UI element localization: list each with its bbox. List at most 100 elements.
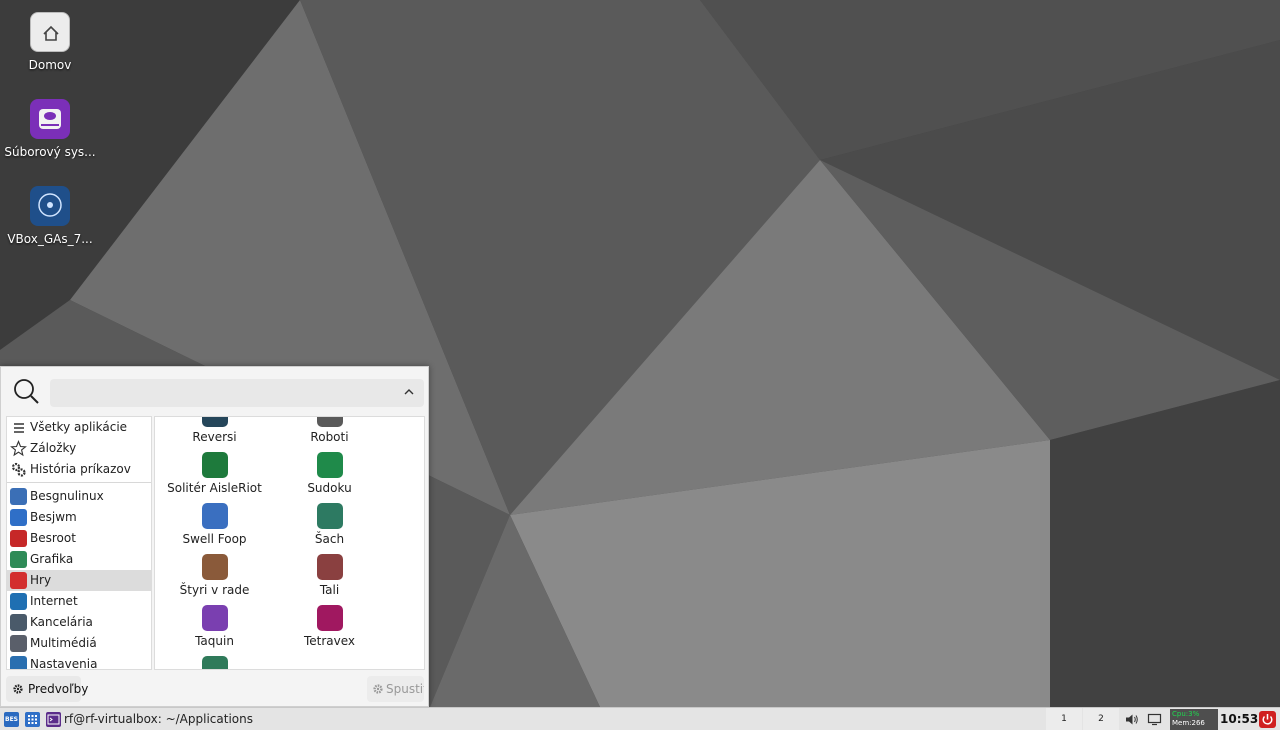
category-internet[interactable]: Internet (7, 591, 151, 612)
app-item[interactable]: Tali (272, 554, 387, 597)
category-besroot[interactable]: Besroot (7, 528, 151, 549)
task-button-terminal[interactable]: rf@rf-virtualbox: ~/Applications (64, 708, 253, 730)
app-label: Swell Foop (182, 532, 247, 546)
app-label: Tetravex (303, 634, 356, 648)
app-icon (201, 417, 228, 427)
app-item[interactable]: Taquin (157, 605, 272, 648)
category-label: Besroot (30, 531, 76, 545)
category-icon (10, 530, 27, 547)
app-item[interactable]: Sudoku (272, 452, 387, 495)
bes-menu-text: BES (5, 716, 18, 723)
category-besjwm[interactable]: Besjwm (7, 507, 151, 528)
category-icon (10, 509, 27, 526)
search-bar (1, 367, 430, 415)
workspace-2[interactable]: 2 (1083, 708, 1119, 730)
app-label: Roboti (310, 430, 349, 444)
app-label: Reversi (192, 430, 237, 444)
app-item[interactable]: Roboti (272, 417, 387, 444)
category-label: Multimédiá (30, 636, 97, 650)
category-list: Všetky aplikácie Záložky História príkaz… (6, 416, 152, 670)
run-label: Spustiť (386, 682, 424, 696)
cpu-usage: Cpu:3% (1172, 710, 1200, 718)
category-label: Kancelária (30, 615, 93, 629)
category-grafika[interactable]: Grafika (7, 549, 151, 570)
power-icon[interactable] (1259, 711, 1276, 728)
optical-disc-icon (30, 186, 70, 226)
app-item[interactable]: Solitér AisleRiot (157, 452, 272, 495)
app-label: Solitér AisleRiot (167, 481, 262, 495)
app-item[interactable] (157, 656, 272, 669)
home-icon (30, 12, 70, 52)
category-icon (10, 635, 27, 652)
app-item[interactable]: Šach (272, 503, 387, 546)
desktop-icon-label: Súborový sys... (4, 145, 96, 159)
drive-icon (30, 99, 70, 139)
category-label: Záložky (30, 441, 77, 455)
category-nastavenia[interactable]: Nastavenia (7, 654, 151, 670)
app-item[interactable]: Tetravex (272, 605, 387, 648)
app-menu: Všetky aplikácie Záložky História príkaz… (0, 366, 429, 707)
desktop-icon-vbox[interactable]: VBox_GAs_7... (0, 186, 100, 246)
category-icon (10, 488, 27, 505)
desktop-icon-filesystem[interactable]: Súborový sys... (0, 99, 100, 159)
app-item[interactable]: Štyri v rade (157, 554, 272, 597)
category-kancelária[interactable]: Kancelária (7, 612, 151, 633)
category-multimédiá[interactable]: Multimédiá (7, 633, 151, 654)
desktop-icon-home[interactable]: Domov (0, 12, 100, 72)
category-all-apps[interactable]: Všetky aplikácie (7, 417, 151, 438)
app-icon (201, 554, 228, 580)
run-button[interactable]: Spustiť (367, 676, 424, 702)
app-label: Taquin (195, 634, 234, 648)
gear-icon (13, 684, 23, 694)
category-icon (10, 656, 27, 669)
category-hry[interactable]: Hry (7, 570, 151, 591)
category-label: Všetky aplikácie (30, 420, 128, 434)
list-icon (14, 423, 24, 433)
app-label: Šach (314, 532, 345, 546)
category-command-history[interactable]: História príkazov (7, 459, 151, 480)
clock[interactable]: 10:53 (1220, 708, 1258, 730)
category-icon (10, 572, 27, 589)
app-icon (201, 503, 228, 529)
bes-menu-icon[interactable]: BES (4, 712, 19, 727)
desktop-icon-label: Domov (28, 58, 72, 72)
desktop-icon-label: VBox_GAs_7... (7, 232, 93, 246)
preferences-button[interactable]: Predvoľby (6, 676, 88, 702)
app-label: Štyri v rade (179, 583, 250, 597)
category-label: História príkazov (30, 462, 131, 476)
app-label: Sudoku (307, 481, 352, 495)
app-icon (201, 656, 228, 669)
app-item[interactable]: Swell Foop (157, 503, 272, 546)
taskbar: BES rf@rf-virtualbox: ~/Applications 1 2… (0, 707, 1280, 730)
preferences-label: Predvoľby (28, 682, 89, 696)
category-label: Grafika (30, 552, 74, 566)
divider (7, 482, 151, 483)
chevron-up-icon[interactable] (403, 386, 415, 398)
volume-icon[interactable] (1124, 712, 1139, 727)
display-icon[interactable] (1147, 712, 1162, 727)
system-monitor[interactable]: Cpu:3% Mem:266 (1170, 709, 1218, 730)
category-label: Internet (30, 594, 78, 608)
search-input[interactable] (50, 379, 424, 407)
app-icon (316, 417, 343, 427)
gear-icon (373, 684, 383, 694)
app-icon (201, 452, 228, 478)
category-icon (10, 614, 27, 631)
category-besgnulinux[interactable]: Besgnulinux (7, 486, 151, 507)
app-item[interactable]: Reversi (157, 417, 272, 444)
app-grid: Reversi Roboti Solitér AisleRiot Sudoku Swel… (154, 416, 425, 670)
app-grid-icon[interactable] (25, 712, 40, 727)
terminal-icon[interactable] (46, 712, 61, 727)
category-label: Besgnulinux (30, 489, 104, 503)
star-icon (10, 440, 27, 457)
category-icon (10, 551, 27, 568)
app-icon (201, 605, 228, 631)
category-label: Nastavenia (30, 657, 98, 670)
category-label: Hry (30, 573, 52, 587)
workspace-1[interactable]: 1 (1046, 708, 1082, 730)
gears-icon (11, 462, 26, 477)
category-bookmarks[interactable]: Záložky (7, 438, 151, 459)
category-label: Besjwm (30, 510, 77, 524)
app-icon (316, 605, 343, 631)
app-icon (316, 554, 343, 580)
